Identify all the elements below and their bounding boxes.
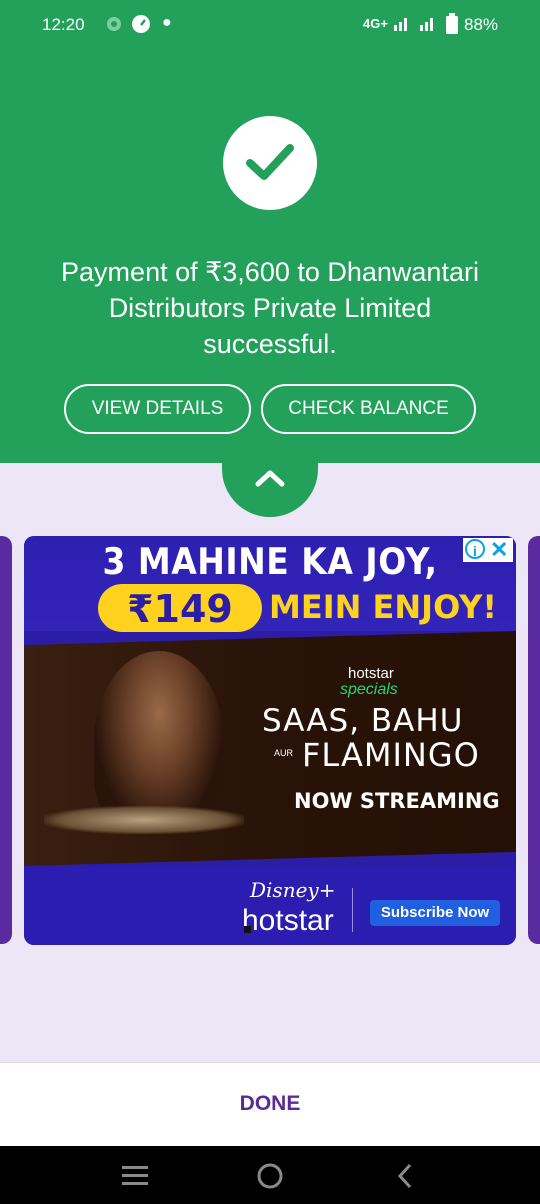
done-bar: DONE	[0, 1062, 540, 1147]
disney-plus-logo: Disney+	[250, 878, 336, 902]
check-balance-button[interactable]: CHECK BALANCE	[261, 384, 476, 434]
settings-icon	[104, 14, 124, 39]
home-icon[interactable]	[257, 1163, 283, 1194]
payment-success-header: Payment of ₹3,600 to Dhanwantari Distrib…	[0, 50, 540, 463]
ad-close-icon[interactable]: ✕	[490, 537, 508, 563]
speedometer-icon	[131, 14, 151, 39]
ad-tagline: MEIN ENJOY!	[269, 588, 497, 626]
back-icon[interactable]	[397, 1163, 413, 1194]
ad-headline: 3 MAHINE KA JOY,	[102, 540, 438, 583]
ad-character-image	[94, 651, 224, 831]
hotstar-logo: hotstar	[242, 904, 334, 937]
status-time: 12:20	[42, 15, 85, 34]
ad-show-title-line1: SAAS, BAHU	[262, 703, 464, 739]
success-check-icon	[223, 116, 317, 210]
view-details-button[interactable]: VIEW DETAILS	[64, 384, 251, 434]
ad-bottom-band: Disney+ hotstar Subscribe Now	[24, 866, 516, 945]
ad-info-icon[interactable]: i	[465, 539, 485, 559]
ad-show-title-aur: AUR	[274, 748, 294, 758]
battery-percentage: 88%	[464, 15, 499, 34]
notification-dot-icon: ●	[162, 14, 172, 31]
signal-icon	[393, 15, 411, 36]
ad-show-title-line2: FLAMINGO	[302, 736, 480, 774]
battery-icon	[445, 13, 459, 40]
ad-banner[interactable]: 3 MAHINE KA JOY, ₹149 MEIN ENJOY! hotsta…	[24, 536, 516, 945]
status-bar: 12:20 ● 4G+ 88%	[0, 0, 540, 50]
carousel-next-card[interactable]	[528, 536, 540, 944]
ad-show-panel: hotstar specials SAAS, BAHU AUR FLAMINGO…	[24, 631, 516, 866]
system-nav-bar	[0, 1146, 540, 1204]
done-button[interactable]: DONE	[0, 1092, 540, 1116]
ad-logo-divider	[352, 888, 353, 932]
ad-choices[interactable]: i ✕	[463, 537, 513, 563]
network-type: 4G+	[363, 16, 388, 31]
ad-price-badge: ₹149	[98, 584, 262, 632]
ad-streaming-text: NOW STREAMING	[294, 789, 500, 813]
recent-apps-icon[interactable]	[121, 1163, 149, 1192]
carousel-indicator	[244, 926, 251, 933]
chevron-up-icon	[255, 470, 285, 487]
ad-brand-specials: specials	[340, 681, 398, 698]
signal-icon-2	[419, 15, 437, 36]
payment-success-message: Payment of ₹3,600 to Dhanwantari Distrib…	[61, 257, 479, 359]
carousel-prev-card[interactable]	[0, 536, 12, 944]
ad-subscribe-button[interactable]: Subscribe Now	[370, 900, 500, 926]
ad-tray-image	[44, 806, 244, 834]
ad-brand-hotstar: hotstar	[348, 665, 394, 682]
